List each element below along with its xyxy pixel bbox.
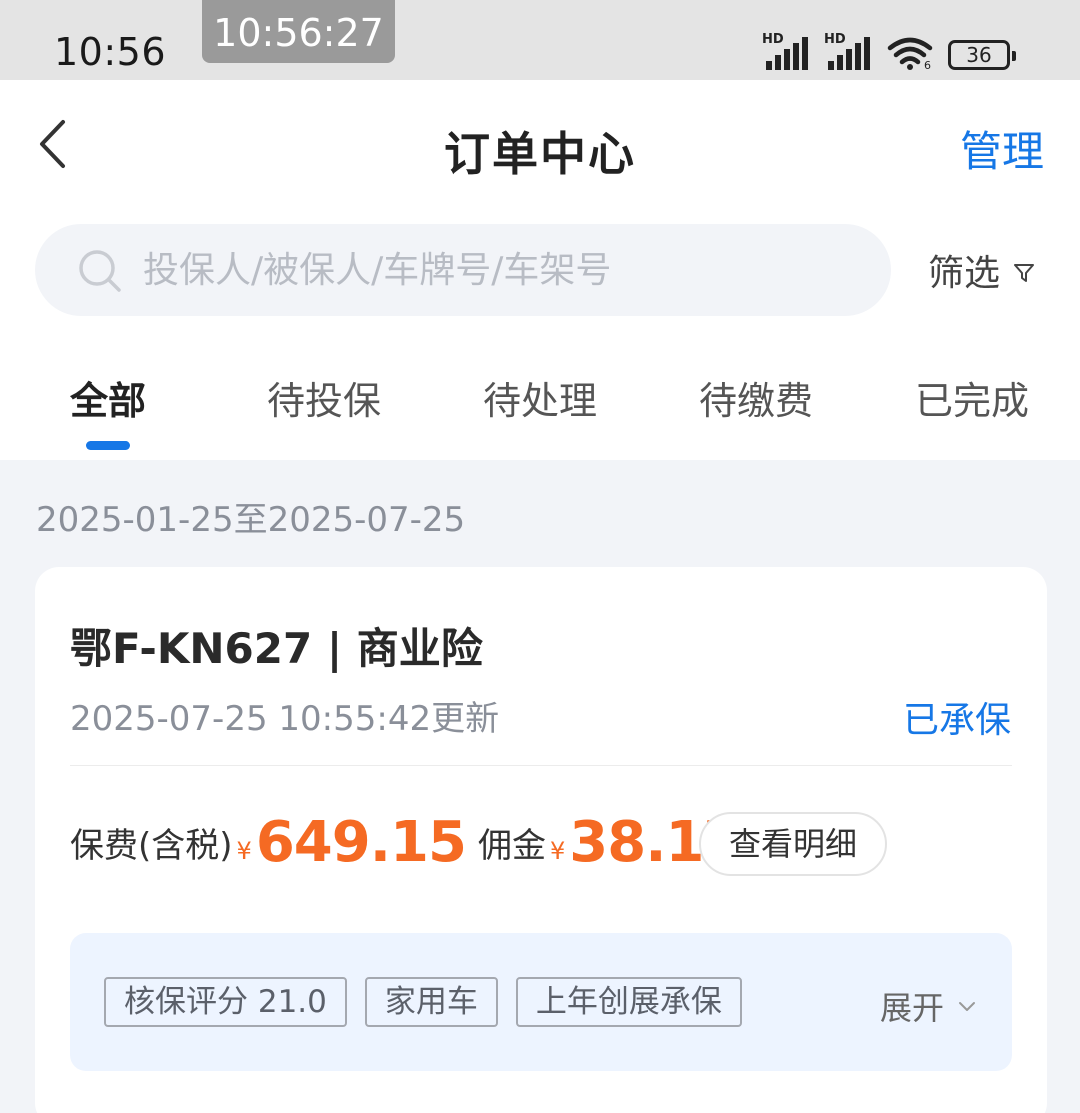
status-icons: HD HD 6 36 xyxy=(762,30,1016,70)
page-title: 订单中心 xyxy=(444,127,636,181)
status-time: 10:56 xyxy=(54,30,167,74)
tag-underwriting-score: 核保评分 21.0 xyxy=(104,977,347,1027)
chevron-down-icon xyxy=(959,1002,975,1011)
tag-panel: 核保评分 21.0 家用车 上年创展承保 展开 xyxy=(70,933,1012,1071)
order-title: 鄂F-KN627 | 商业险 xyxy=(70,624,483,673)
order-updated-time: 2025-07-25 10:55:42更新 xyxy=(70,699,500,739)
status-tabs: 全部 待投保 待处理 待缴费 已完成 xyxy=(0,370,1080,430)
divider xyxy=(70,765,1012,766)
status-bar: 10:56 10:56:27 HD HD 6 36 xyxy=(0,0,1080,80)
signal-icon: HD xyxy=(824,32,872,70)
premium-label: 保费(含税) xyxy=(70,826,233,866)
tag-vehicle-use: 家用车 xyxy=(364,977,498,1027)
battery-icon: 36 xyxy=(948,40,1016,70)
signal-icon: HD xyxy=(762,32,810,70)
currency-symbol: ¥ xyxy=(550,837,566,865)
premium-row: 保费(含税) ¥ 649.15 xyxy=(70,810,467,875)
commission-label: 佣金 xyxy=(478,826,546,866)
search-bar[interactable] xyxy=(35,224,891,316)
expand-label: 展开 xyxy=(879,989,944,1027)
search-icon xyxy=(79,250,121,292)
premium-value: 649.15 xyxy=(255,810,467,875)
view-details-button[interactable]: 查看明细 xyxy=(699,812,887,876)
tab-pending-payment[interactable]: 待缴费 xyxy=(656,370,856,425)
tab-pending-process[interactable]: 待处理 xyxy=(440,370,640,425)
currency-symbol: ¥ xyxy=(236,837,252,865)
svg-text:6: 6 xyxy=(924,59,931,70)
tag-last-year: 上年创展承保 xyxy=(515,977,742,1027)
order-card[interactable]: 鄂F-KN627 | 商业险 2025-07-25 10:55:42更新 已承保… xyxy=(35,567,1047,1113)
funnel-icon xyxy=(1014,264,1035,282)
time-overlay: 10:56:27 xyxy=(202,0,395,63)
status-badge: 已承保 xyxy=(902,700,1011,741)
filter-button[interactable]: 筛选 xyxy=(928,244,1036,296)
tab-all[interactable]: 全部 xyxy=(8,370,208,425)
manage-button[interactable]: 管理 xyxy=(960,118,1044,179)
expand-button[interactable]: 展开 xyxy=(880,983,978,1029)
tab-pending-insure[interactable]: 待投保 xyxy=(224,370,424,425)
date-range[interactable]: 2025-01-25至2025-07-25 xyxy=(36,492,465,541)
tab-indicator xyxy=(86,441,130,450)
tag-list: 核保评分 21.0 家用车 上年创展承保 xyxy=(104,977,742,1027)
wifi-6-icon: 6 xyxy=(887,37,933,70)
filter-label: 筛选 xyxy=(928,253,1001,294)
tab-completed[interactable]: 已完成 xyxy=(872,370,1072,425)
search-input[interactable] xyxy=(143,224,863,316)
